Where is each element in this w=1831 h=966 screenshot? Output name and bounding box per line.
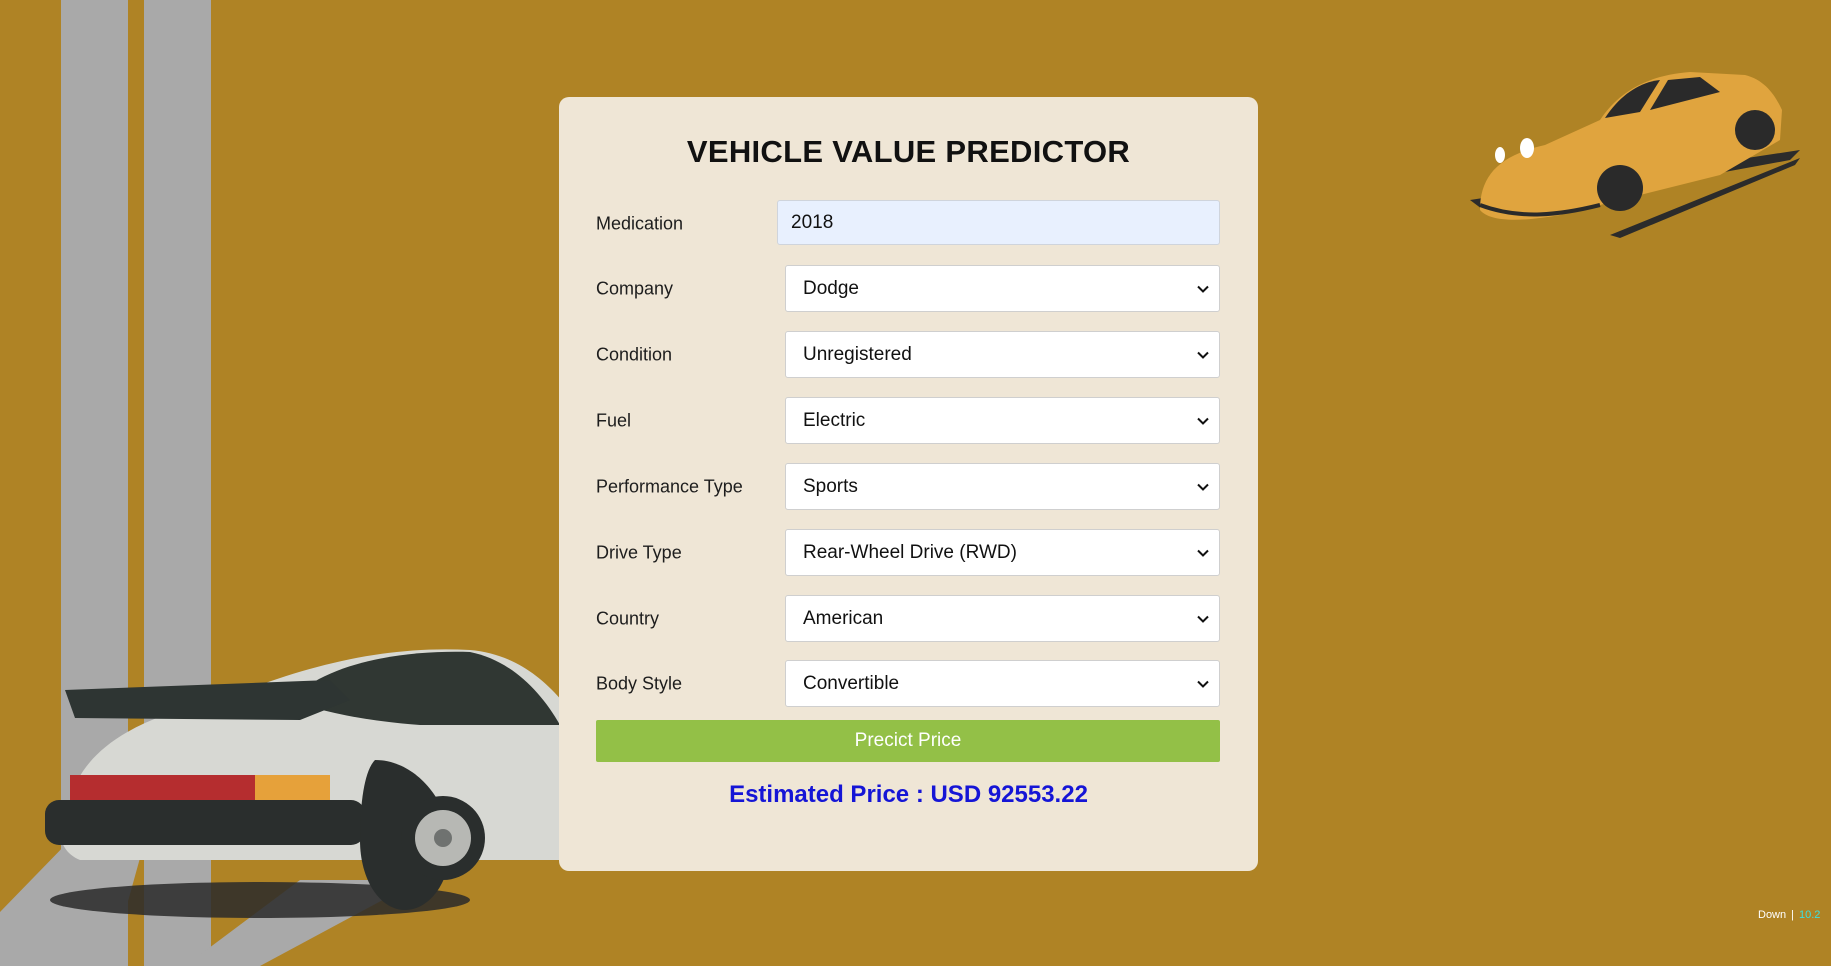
condition-value: Unregistered [803, 343, 912, 365]
performance-label: Performance Type [596, 476, 743, 496]
yellow-car-illustration [1470, 72, 1800, 238]
year-label: Medication [596, 213, 684, 233]
chevron-down-icon [1197, 680, 1209, 688]
chevron-down-icon [1197, 417, 1209, 425]
condition-row: Condition Unregistered [596, 331, 1220, 378]
year-input[interactable] [777, 200, 1220, 245]
year-row: Medication [596, 200, 1220, 247]
predict-price-button[interactable]: Precict Price [596, 720, 1220, 762]
fuel-label: Fuel [596, 410, 632, 430]
status-label: Down [1758, 909, 1787, 921]
fuel-select[interactable]: Electric [785, 397, 1220, 444]
company-select[interactable]: Dodge [785, 265, 1220, 312]
performance-row: Performance Type Sports [596, 463, 1220, 510]
body-value: Convertible [803, 672, 900, 694]
status-value: 10.2 [1798, 909, 1821, 921]
page-title: VEHICLE VALUE PREDICTOR [686, 134, 1131, 169]
chevron-down-icon [1197, 615, 1209, 623]
country-value: American [803, 607, 884, 629]
fuel-value: Electric [803, 409, 866, 431]
chevron-down-icon [1197, 285, 1209, 293]
chevron-down-icon [1197, 483, 1209, 491]
condition-label: Condition [596, 344, 673, 364]
company-label: Company [596, 278, 674, 298]
drive-value: Rear-Wheel Drive (RWD) [803, 541, 1017, 563]
body-select[interactable]: Convertible [785, 660, 1220, 707]
body-label: Body Style [596, 673, 683, 693]
country-select[interactable]: American [785, 595, 1220, 642]
company-row: Company Dodge [596, 265, 1220, 312]
country-row: Country American [596, 595, 1220, 642]
chevron-down-icon [1197, 549, 1209, 557]
condition-select[interactable]: Unregistered [785, 331, 1220, 378]
company-value: Dodge [803, 277, 859, 299]
body-row: Body Style Convertible [596, 660, 1220, 707]
fuel-row: Fuel Electric [596, 397, 1220, 444]
performance-select[interactable]: Sports [785, 463, 1220, 510]
estimated-price: Estimated Price : USD 92553.22 [729, 781, 1088, 808]
predictor-card: VEHICLE VALUE PREDICTOR Medication Compa… [559, 97, 1258, 871]
status-separator: | [1791, 909, 1794, 921]
drive-label: Drive Type [596, 542, 682, 562]
drive-row: Drive Type Rear-Wheel Drive (RWD) [596, 529, 1220, 576]
drive-select[interactable]: Rear-Wheel Drive (RWD) [785, 529, 1220, 576]
performance-value: Sports [803, 475, 858, 497]
network-status: Down | 10.2 [1758, 909, 1820, 921]
chevron-down-icon [1197, 351, 1209, 359]
country-label: Country [596, 608, 660, 628]
